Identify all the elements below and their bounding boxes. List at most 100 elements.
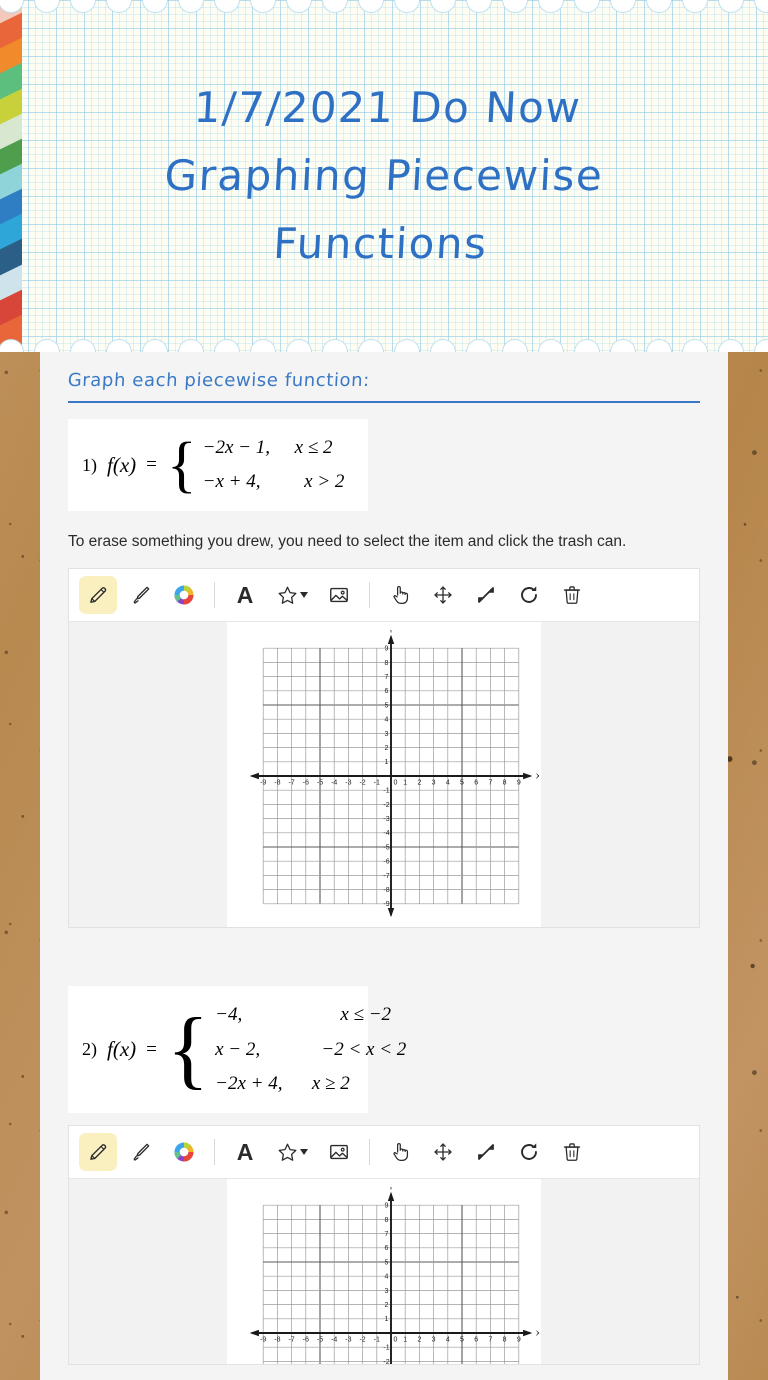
axis-tick-label: -7 [288,780,294,787]
text-tool-letter: A [236,1138,254,1165]
case-condition: x ≥ 2 [307,1072,350,1094]
paper-hole [34,0,60,13]
reset-icon [518,584,540,606]
axis-tick-label: -6 [383,859,389,866]
move-tool[interactable] [424,576,462,614]
text-tool[interactable]: A [226,576,264,614]
drawing-widget-1: A -9 -8 -7 -6 -5 -4 -3 -2 -1 0 1 2 3 4 5 6 7 8 9 9 8 7 6 5 4 3 2 1-… [68,568,700,929]
chevron-down-icon [299,592,308,599]
drawing-canvas-2[interactable]: -9 -8 -7 -6 -5 -4 -3 -2 -1 0 1 2 3 4 5 6 7 8 9 9 8 7 6 5 4 3 2 1 -1-… [69,1178,699,1365]
star-icon [277,1142,298,1163]
image-icon [328,584,350,606]
move-icon [432,1141,454,1163]
resize-tool[interactable] [467,576,505,614]
axis-tick-label: 1 [385,1316,389,1323]
problem-1-cases: −2x − 1, x ≤ 2 −x + 4, x > 2 [203,431,345,499]
toolbar-separator [214,1139,215,1166]
axis-tick-label: 9 [385,1203,389,1210]
color-tool[interactable] [165,1133,203,1171]
move-tool[interactable] [424,1133,462,1171]
delete-icon [561,584,583,606]
drawing-toolbar-1: A [69,569,699,622]
paper-hole [142,339,168,352]
select-tool[interactable] [381,1133,419,1171]
problem-1-function: f(x) [107,452,137,477]
coordinate-grid-2: -9 -8 -7 -6 -5 -4 -3 -2 -1 0 1 2 3 4 5 6 7 8 9 9 8 7 6 5 4 3 2 1 -1-… [245,1183,541,1365]
paper-hole [610,0,636,13]
y-axis-label: Y [388,1187,393,1192]
paper-hole [538,339,564,352]
pencil-tool[interactable] [79,1133,117,1172]
paper-hole [610,339,636,352]
reset-tool[interactable] [510,576,548,614]
axis-tick-label: -2 [383,802,389,809]
select-icon [389,1141,411,1163]
axis-tick-label: -1 [374,780,380,787]
paper-hole [358,0,384,13]
select-tool[interactable] [381,576,419,614]
delete-icon [561,1141,583,1163]
axis-tick-label: 4 [385,1274,389,1281]
axis-tick-label: 5 [385,703,389,710]
axis-tick-label: 0 [394,780,398,787]
axis-tick-label: 1 [403,1337,407,1344]
paper-hole [646,339,672,352]
axis-tick-label: 2 [417,780,421,787]
resize-icon [475,1141,497,1163]
axis-tick-label: 7 [488,1337,492,1344]
color-tool[interactable] [165,576,203,614]
canvas-sheet[interactable]: -9 -8 -7 -6 -5 -4 -3 -2 -1 0 1 2 3 4 5 6 7 8 9 9 8 7 6 5 4 3 2 1 -1-… [227,622,541,928]
problem-1-brace: { [166,430,197,499]
x-axis-label: X [536,1329,539,1338]
resize-tool[interactable] [467,1133,505,1171]
paper-hole [214,0,240,13]
paper-hole [286,0,312,13]
axis-arrow [523,773,533,780]
paper-hole [250,339,276,352]
paper-hole [754,339,768,352]
canvas-sheet[interactable]: -9 -8 -7 -6 -5 -4 -3 -2 -1 0 1 2 3 4 5 6 7 8 9 9 8 7 6 5 4 3 2 1 -1-… [227,1179,541,1365]
axis-tick-label: 8 [385,1217,389,1224]
axis-tick-label: 6 [474,780,478,787]
axis-tick-label: -1 [383,1345,389,1352]
reset-tool[interactable] [510,1133,548,1171]
image-tool[interactable] [320,1133,358,1171]
pencil-tool[interactable] [79,576,117,615]
image-tool[interactable] [320,576,358,614]
shape-tool[interactable] [269,1133,315,1171]
axis-tick-label: -4 [331,1337,337,1344]
paper-hole [682,339,708,352]
paper-hole [466,0,492,13]
brush-tool[interactable] [122,1133,160,1171]
page-title: 1/7/2021 Do Now Graphing Piecewise Funct… [0,74,768,278]
delete-tool[interactable] [553,1133,591,1171]
text-tool[interactable]: A [226,1133,264,1171]
axis-tick-label: -4 [383,831,389,838]
axis-tick-label: -3 [383,816,389,823]
axis-tick-label: 2 [385,745,389,752]
problem-2-number: 2) [82,1039,97,1060]
axis-tick-label: -2 [359,780,365,787]
paper-hole [178,0,204,13]
axis-tick-label: -8 [274,1337,280,1344]
coordinate-grid-1: -9 -8 -7 -6 -5 -4 -3 -2 -1 0 1 2 3 4 5 6 7 8 9 9 8 7 6 5 4 3 2 1 -1-… [245,626,541,927]
axis-tick-label: -3 [345,1337,351,1344]
drawing-canvas-1[interactable]: -9 -8 -7 -6 -5 -4 -3 -2 -1 0 1 2 3 4 5 6 7 8 9 9 8 7 6 5 4 3 2 1 -1-… [69,621,699,928]
paper-hole [718,339,744,352]
axis-tick-label: -9 [260,1337,266,1344]
paper-hole [286,339,312,352]
shape-tool[interactable] [269,576,315,614]
axis-tick-label: -6 [303,1337,309,1344]
axis-tick-label: -3 [345,780,351,787]
paper-hole [322,0,348,13]
delete-tool[interactable] [553,576,591,614]
coordinate-plane: -9 -8 -7 -6 -5 -4 -3 -2 -1 0 1 2 3 4 5 6 7 8 9987654321-1-… [249,1183,541,1365]
problem-2-equals: = [146,1038,157,1060]
paper-hole [214,339,240,352]
problem-2-cases: −4, x ≤ −2 x − 2, −2 < x < 2 −2x + 4, x … [215,998,406,1101]
brush-tool[interactable] [122,576,160,614]
problem-1-case-2: −x + 4, x > 2 [203,465,345,499]
paper-hole [538,0,564,13]
worksheet-page: Graph each piecewise function: 1) f(x) =… [40,352,728,1380]
